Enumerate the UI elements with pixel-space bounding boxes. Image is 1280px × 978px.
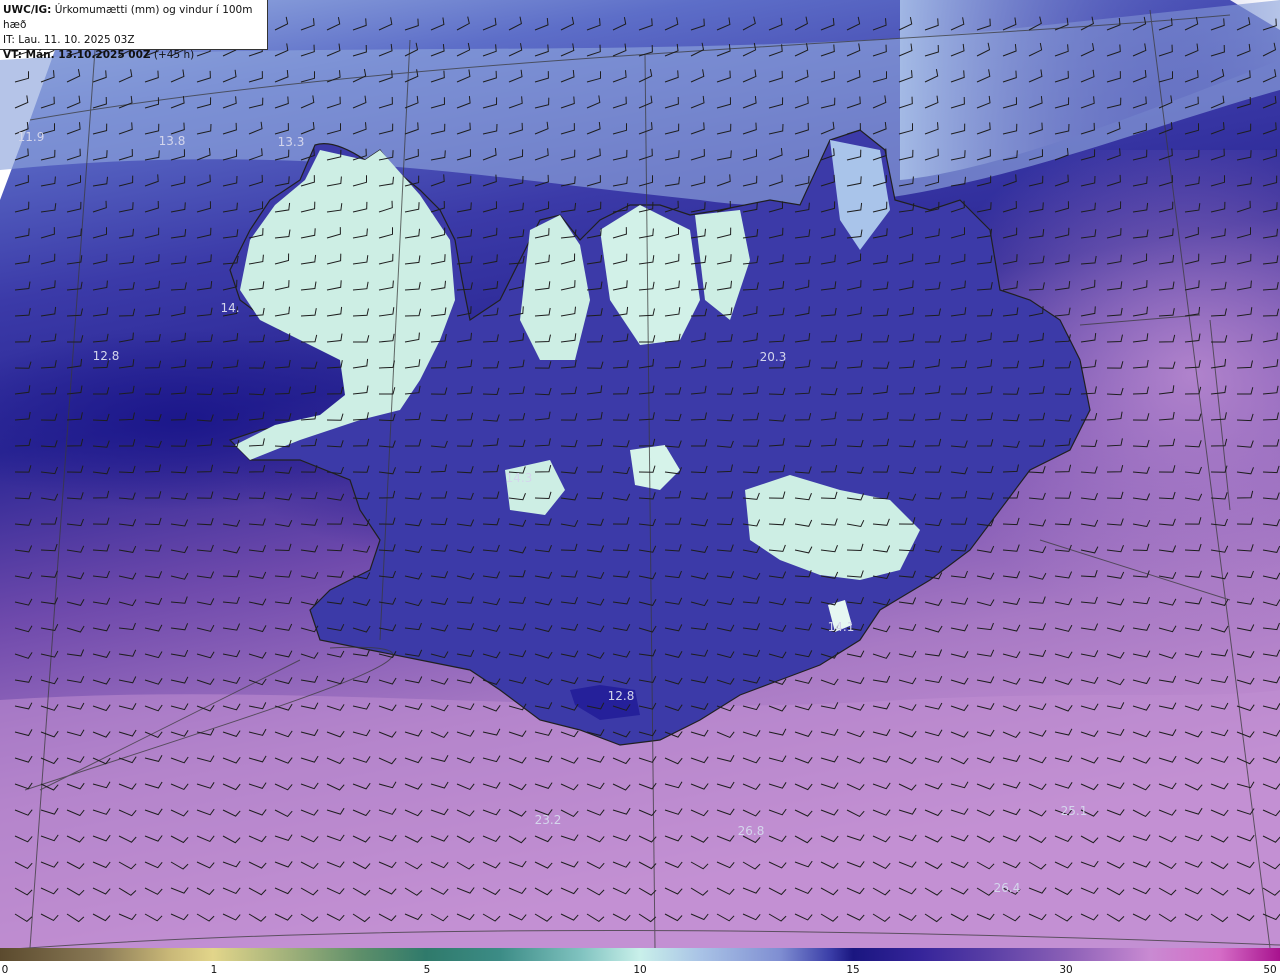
value-label: 11.9 [17,130,45,144]
colorbar-tick: 1 [210,964,218,976]
product-name: UWC/IG: [3,4,52,16]
title-line-1: UWC/IG: Úrkomumætti (mm) og vindur í 100… [3,3,264,33]
value-label: 25.1 [1060,804,1088,818]
precipitable-water-map [0,0,1280,948]
value-label: 20.3 [759,350,787,364]
colorbar-tick: 5 [423,964,431,976]
colorbar-tick: 50 [1263,964,1277,976]
value-label: 26.4 [993,881,1021,895]
valid-time: VT: Mán. 13.10.2025 00Z [3,49,151,61]
value-label: 14.1 [827,620,855,634]
forecast-hour: (+45 h) [153,49,195,61]
value-label: 12.8 [92,349,120,363]
value-label: 14. [220,301,240,315]
valid-time-line: VT: Mán. 13.10.2025 00Z (+45 h) [3,48,264,63]
value-label: 12.8 [607,689,635,703]
value-label: 13.3 [277,135,305,149]
value-label: 23.2 [534,813,562,827]
colorbar: 0 1 5 10 15 30 50 [0,948,1280,978]
colorbar-tick: 0 [1,964,9,976]
value-label: 14.3 [505,471,533,485]
value-label: 13.8 [158,134,186,148]
map-area: UWC/IG: Úrkomumætti (mm) og vindur í 100… [0,0,1280,948]
map-title-box: UWC/IG: Úrkomumætti (mm) og vindur í 100… [0,0,268,61]
colorbar-strip [0,948,1280,961]
colorbar-tick: 10 [633,964,647,976]
value-label: 26.8 [737,824,765,838]
colorbar-tick: 15 [846,964,860,976]
colorbar-tick: 30 [1059,964,1073,976]
init-time: IT: Lau. 11. 10. 2025 03Z [3,34,135,46]
